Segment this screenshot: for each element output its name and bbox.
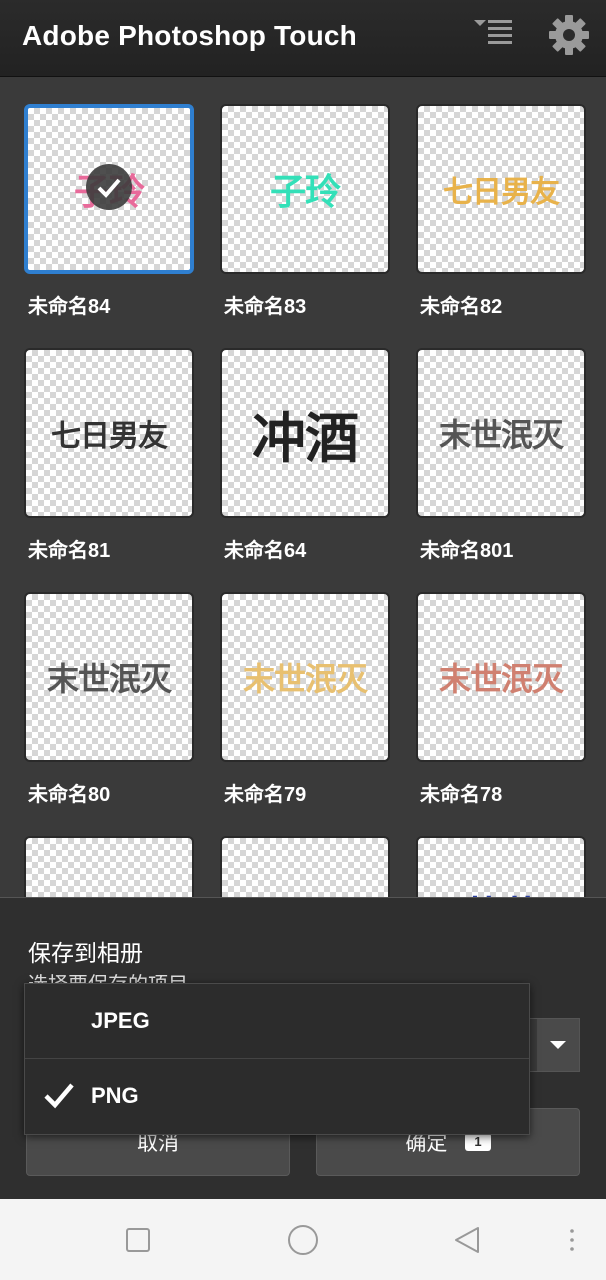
project-artwork: 子玲 bbox=[269, 171, 341, 213]
project-artwork: 七日男友 bbox=[443, 175, 560, 210]
sort-list-icon bbox=[474, 20, 512, 44]
dialog-subtitle: 选择要保存的项目 bbox=[28, 968, 188, 984]
project-name: 未命名801 bbox=[420, 540, 514, 562]
selected-count-badge: 1 bbox=[465, 1133, 491, 1151]
project-thumbnail[interactable]: 子玲 bbox=[220, 104, 390, 274]
project-thumbnail[interactable]: 冲酒 bbox=[220, 348, 390, 518]
project-artwork: 末世泯灭 bbox=[438, 416, 564, 454]
project-thumbnail[interactable]: 七日男友 bbox=[24, 348, 194, 518]
project-artwork: 冲酒 bbox=[252, 405, 359, 470]
project-name: 未命名82 bbox=[420, 296, 503, 318]
project-name: 未命名64 bbox=[224, 540, 307, 562]
dropdown-arrow[interactable] bbox=[537, 1019, 579, 1071]
selected-check-badge bbox=[86, 164, 132, 210]
menu-item-label: JPEG bbox=[91, 1008, 150, 1033]
back-button[interactable] bbox=[452, 1225, 482, 1260]
home-button[interactable] bbox=[286, 1223, 320, 1262]
project-thumbnail[interactable]: 末世泯灭 bbox=[416, 592, 586, 762]
menu-item-jpeg[interactable]: JPEG bbox=[25, 984, 529, 1058]
more-options-button[interactable] bbox=[566, 1227, 578, 1258]
project-name: 未命名80 bbox=[28, 784, 111, 806]
check-icon bbox=[97, 178, 121, 198]
vertical-dots-icon bbox=[570, 1229, 574, 1251]
project-name: 未命名81 bbox=[28, 540, 111, 562]
project-thumbnail[interactable]: 末世泯灭 bbox=[416, 348, 586, 518]
system-nav-bar bbox=[0, 1199, 606, 1280]
sort-list-button[interactable] bbox=[470, 14, 518, 54]
project-thumbnail[interactable]: 末世泯灭 bbox=[220, 592, 390, 762]
project-thumbnail[interactable]: 末世泯灭 bbox=[24, 592, 194, 762]
project-name: 未命名78 bbox=[420, 784, 503, 806]
circle-icon bbox=[288, 1225, 318, 1255]
project-name: 未命名79 bbox=[224, 784, 307, 806]
project-thumbnail[interactable]: 七日男友 bbox=[416, 104, 586, 274]
menu-item-label: PNG bbox=[91, 1083, 139, 1108]
triangle-left-icon bbox=[455, 1227, 479, 1253]
dialog-title: 保存到相册 bbox=[28, 940, 143, 966]
top-app-bar: Adobe Photoshop Touch bbox=[0, 0, 606, 77]
triangle-down-icon bbox=[550, 1041, 566, 1049]
project-name: 未命名83 bbox=[224, 296, 307, 318]
project-artwork: 七日男友 bbox=[51, 419, 168, 454]
menu-item-png[interactable]: PNG bbox=[25, 1059, 529, 1133]
gear-icon bbox=[549, 15, 589, 55]
app-title: Adobe Photoshop Touch bbox=[22, 20, 357, 51]
recent-apps-button[interactable] bbox=[124, 1226, 152, 1259]
format-dropdown-menu: JPEG PNG bbox=[24, 983, 530, 1135]
project-name: 未命名84 bbox=[28, 296, 111, 318]
project-thumbnail[interactable]: 子玲 bbox=[24, 104, 194, 274]
check-icon bbox=[44, 1083, 74, 1109]
project-artwork: 末世泯灭 bbox=[242, 660, 368, 698]
square-icon bbox=[126, 1228, 150, 1252]
project-artwork: 末世泯灭 bbox=[46, 660, 172, 698]
project-artwork: 末世泯灭 bbox=[438, 660, 564, 698]
settings-button[interactable] bbox=[546, 12, 592, 58]
